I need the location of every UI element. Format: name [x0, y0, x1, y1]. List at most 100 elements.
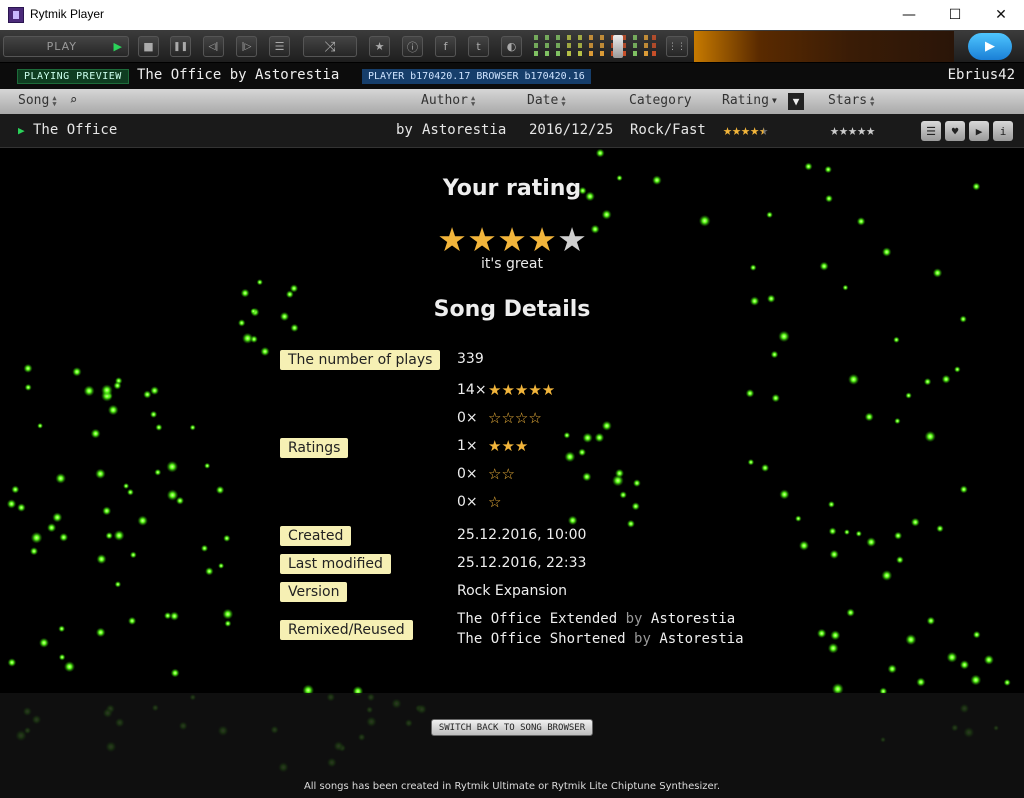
- filter-button[interactable]: ▼: [788, 93, 804, 110]
- rating-star-icon[interactable]: ★: [497, 223, 527, 257]
- pause-button[interactable]: ❚❚: [170, 36, 191, 57]
- sort-icon: ▲ ▼: [561, 93, 566, 108]
- theme-button[interactable]: ◐: [501, 36, 522, 57]
- ratings-row-5: 14× ★★★★★: [457, 381, 556, 399]
- particle: [894, 531, 903, 540]
- ratings-row-3: 1× ★★★: [457, 437, 529, 455]
- song-author[interactable]: Astorestia: [422, 122, 506, 138]
- particle: [866, 537, 877, 548]
- column-author[interactable]: Author ▲ ▼: [421, 93, 475, 108]
- particle: [894, 417, 901, 425]
- search-icon[interactable]: ⌕: [70, 93, 78, 108]
- particle: [127, 616, 137, 626]
- rating-star-icon[interactable]: ★: [557, 223, 587, 257]
- remix-item[interactable]: The Office Shortened by Astorestia: [457, 631, 744, 647]
- maximize-button[interactable]: ☐: [932, 0, 978, 30]
- particle: [215, 485, 225, 495]
- particle: [936, 524, 944, 533]
- song-title: The Office: [33, 122, 118, 138]
- particle: [924, 430, 936, 443]
- particle: [578, 448, 587, 457]
- info-button[interactable]: ⓘ: [402, 36, 423, 57]
- previous-button[interactable]: ◁|: [203, 36, 224, 57]
- meter-segment: [600, 35, 604, 40]
- particle: [830, 630, 841, 641]
- switch-to-browser-button[interactable]: SWITCH BACK TO SONG BROWSER: [431, 719, 593, 736]
- column-stars[interactable]: Stars ▲ ▼: [828, 93, 874, 108]
- particle: [290, 323, 299, 333]
- particle: [17, 503, 26, 512]
- particle: [163, 611, 172, 620]
- particle: [205, 567, 214, 576]
- volume-slider[interactable]: [613, 35, 623, 58]
- particle: [923, 377, 932, 386]
- minimize-button[interactable]: —: [886, 0, 932, 30]
- play-song-button[interactable]: ▶: [969, 121, 989, 141]
- column-rating[interactable]: Rating ▼: [722, 93, 777, 108]
- stop-button[interactable]: ■: [138, 36, 159, 57]
- next-button[interactable]: |▷: [236, 36, 257, 57]
- column-date[interactable]: Date ▲ ▼: [527, 93, 566, 108]
- particle: [55, 473, 67, 484]
- facebook-button[interactable]: f: [435, 36, 456, 57]
- sort-icon: ▲ ▼: [870, 93, 875, 108]
- play-icon[interactable]: ▶: [18, 124, 25, 137]
- particle: [881, 570, 893, 581]
- username[interactable]: Ebrius42: [948, 67, 1015, 83]
- particle: [916, 677, 926, 687]
- particle: [222, 608, 234, 620]
- rating-star-icon[interactable]: ★: [527, 223, 557, 257]
- particle: [58, 653, 66, 661]
- song-row[interactable]: ▶ The Office by Astorestia 2016/12/25 Ro…: [0, 114, 1024, 148]
- column-header: Song ▲ ▼ ⌕ Author ▲ ▼ Date ▲ ▼ Category Rating…: [0, 89, 1024, 114]
- twitter-button[interactable]: t: [468, 36, 489, 57]
- play-button[interactable]: PLAY ▶: [3, 36, 129, 57]
- particle: [761, 463, 770, 472]
- shuffle-button[interactable]: ⤨: [303, 36, 357, 57]
- meter-segment: [644, 43, 648, 48]
- user-rating-stars[interactable]: ★★★★★: [830, 121, 875, 139]
- particle: [614, 468, 625, 478]
- version-badge: PLAYER b170420.17 BROWSER b170420.16: [362, 69, 591, 84]
- star-button[interactable]: ★: [369, 36, 390, 57]
- meter-segment: [589, 43, 593, 48]
- column-song[interactable]: Song ▲ ▼ ⌕: [18, 93, 77, 108]
- particle: [59, 532, 69, 542]
- equalizer-button[interactable]: ⋮⋮: [666, 36, 688, 57]
- particle: [798, 540, 810, 551]
- particle: [137, 515, 148, 526]
- meter-segment: [652, 51, 656, 56]
- favorite-button[interactable]: ♥: [945, 121, 965, 141]
- rating-star-icon[interactable]: ★: [467, 223, 497, 257]
- particle: [154, 468, 162, 476]
- particle: [256, 279, 263, 286]
- particle: [58, 625, 66, 633]
- particle: [632, 479, 641, 488]
- particle: [105, 531, 113, 540]
- cloud-player-icon[interactable]: ▶: [968, 33, 1012, 60]
- particle: [90, 428, 101, 439]
- meter-segment: [556, 35, 560, 40]
- particle: [631, 502, 640, 511]
- column-category[interactable]: Category: [629, 93, 692, 108]
- particle: [816, 628, 827, 639]
- particle: [893, 336, 900, 344]
- particle: [745, 388, 755, 398]
- particle: [856, 217, 866, 226]
- particle: [698, 214, 711, 227]
- plays-value: 339: [457, 351, 484, 367]
- particle: [563, 431, 571, 439]
- meter-segment: [644, 35, 648, 40]
- add-to-playlist-button[interactable]: ☰: [921, 121, 941, 141]
- info-icon[interactable]: i: [993, 121, 1013, 141]
- window-titlebar: Rytmik Player — ☐ ✕: [0, 0, 1024, 30]
- particle: [29, 547, 39, 556]
- particle: [959, 660, 970, 670]
- close-button[interactable]: ✕: [978, 0, 1024, 30]
- particle: [827, 642, 839, 654]
- playlist-button[interactable]: ☰: [269, 36, 290, 57]
- rating-star-icon[interactable]: ★: [437, 223, 467, 257]
- particle: [83, 385, 95, 397]
- remix-item[interactable]: The Office Extended by Astorestia: [457, 611, 735, 627]
- your-rating-stars[interactable]: ★ ★ ★ ★ ★: [437, 223, 587, 257]
